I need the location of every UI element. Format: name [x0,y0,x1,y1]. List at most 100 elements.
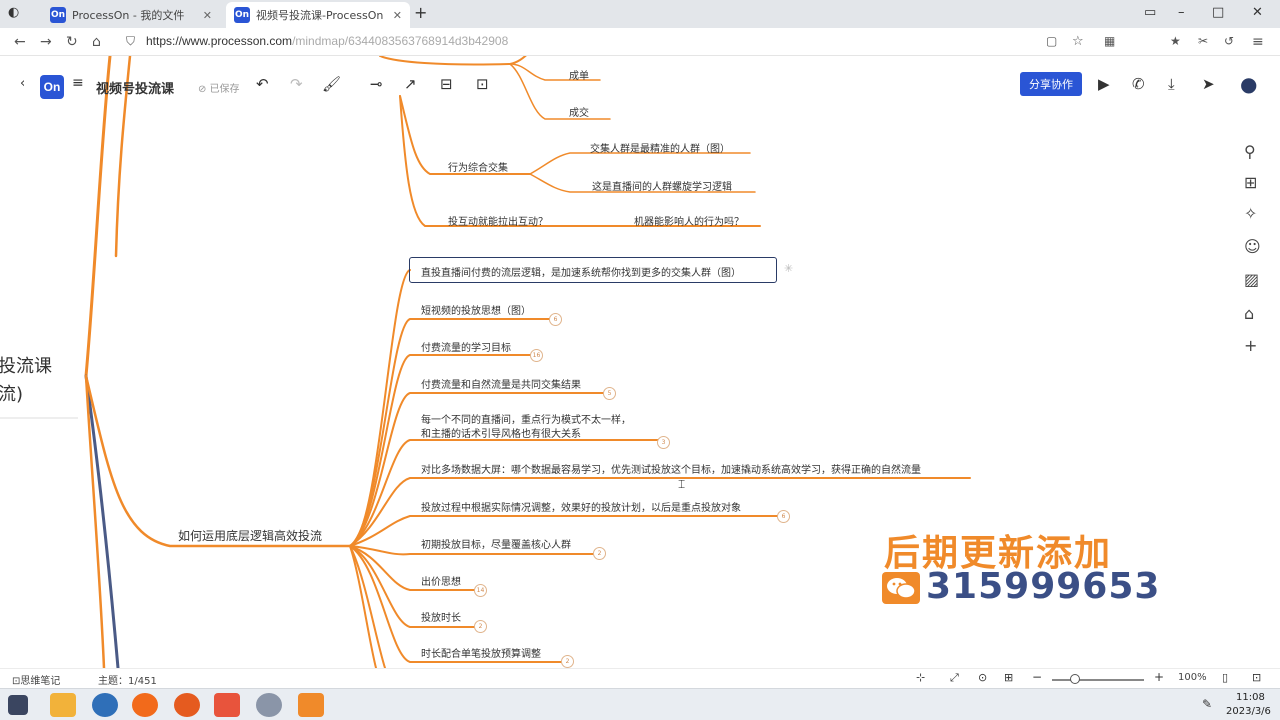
arrow-icon[interactable]: ↗ [404,75,417,93]
mind-notes-label[interactable]: ⊡思维笔记 [12,672,60,687]
node-branch-main[interactable]: 如何运用底层逻辑高效投流 [178,527,322,544]
child-count-badge[interactable]: 6 [777,510,790,523]
map-icon[interactable]: ⊞ [1004,671,1013,684]
star-icon[interactable]: ☆ [1072,34,1084,49]
style-icon[interactable]: ⚲ [1244,142,1256,161]
reload-button[interactable]: ↻ [66,34,78,50]
child-node[interactable]: 付费流量的学习目标 [421,339,511,354]
file-explorer-icon[interactable] [50,693,76,717]
child-count-badge[interactable]: 6 [549,313,562,326]
child-count-badge[interactable]: 3 [657,436,670,449]
minimap-icon[interactable]: ▯ [1222,671,1228,684]
child-node[interactable]: 短视频的投放思想（图） [421,302,531,317]
start-icon[interactable] [8,695,28,715]
forward-button[interactable]: → [40,34,52,50]
shield-icon[interactable]: ⛉ [126,34,135,49]
minimize-button[interactable]: – [1178,5,1185,20]
send-icon[interactable]: ➤ [1202,75,1215,93]
node-spiral-learning[interactable]: 这是直播间的人群螺旋学习逻辑 [592,178,732,193]
browser-menu-icon[interactable]: ◐ [8,5,19,20]
add-icon[interactable]: + [1244,336,1257,355]
child-count-badge[interactable]: 5 [603,387,616,400]
child-count-badge[interactable]: 2 [593,547,606,560]
node-interaction-question[interactable]: 投互动就能拉出互动？ [448,213,548,228]
child-count-badge[interactable]: 2 [561,655,574,668]
clipboard-icon[interactable]: ▢ [1046,34,1057,48]
back-chevron-icon[interactable]: ‹ [20,76,25,91]
root-node-line2[interactable]: 流) [0,380,23,406]
present-icon[interactable]: ▶ [1098,75,1110,93]
frame-icon[interactable]: ⊡ [476,75,489,93]
node-machine-question[interactable]: 机器能影响人的行为吗？ [634,213,744,228]
child-node[interactable]: 初期投放目标，尽量覆盖核心人群 [421,536,571,551]
theme-icon[interactable]: ✧ [1244,204,1257,223]
app-cloud-icon[interactable] [256,693,282,717]
child-count-badge[interactable]: 2 [474,620,487,633]
fullscreen-icon[interactable]: ⤢ [950,671,959,685]
browser-edge-icon[interactable] [92,693,118,717]
close-icon[interactable]: ✕ [393,9,402,22]
zoom-slider-track[interactable] [1052,679,1144,681]
wps-icon[interactable] [214,693,240,717]
undo-icon[interactable]: ↶ [256,75,269,93]
child-node[interactable]: 出价思想 [421,573,461,588]
avatar[interactable]: ● [1240,72,1257,96]
url-field[interactable]: https://www.processon.com/mindmap/634408… [146,34,508,48]
app-orange-icon[interactable] [132,693,158,717]
child-node[interactable]: 付费流量和自然流量是共同交集结果 [421,376,581,391]
download-icon[interactable]: ⤓ [1168,75,1175,93]
child-node[interactable]: 投放过程中根据实际情况调整，效果好的投放计划，以后是重点投放对象 [421,499,741,514]
tab-current-doc[interactable]: On 视频号投流课-ProcessOn ✕ [226,2,410,28]
sparkle-icon[interactable]: ✳ [784,262,793,275]
undo-icon[interactable]: ↺ [1224,34,1234,48]
processon-logo[interactable]: On [40,75,64,99]
child-node[interactable]: 每一个不同的直播间，重点行为模式不太一样， [421,411,631,426]
maximize-button[interactable]: □ [1212,5,1224,20]
connector-icon[interactable]: ⊸ [370,75,383,93]
back-button[interactable]: ← [14,34,26,50]
node-selected[interactable]: 直投直播间付费的流层逻辑，是加速系统帮你找到更多的交集人群（图） [421,264,741,279]
phone-icon[interactable]: ✆ [1132,75,1145,93]
reader-icon[interactable]: ▦ [1104,34,1115,48]
zoom-out-button[interactable]: − [1032,670,1042,684]
root-node-line1[interactable]: 投流课 [0,352,52,378]
emoji-icon[interactable]: ☺ [1244,237,1261,256]
pen-icon[interactable]: ✎ [1202,697,1212,711]
clock-time[interactable]: 11:08 [1236,692,1265,703]
child-count-badge[interactable]: 16 [530,349,543,362]
zoom-in-button[interactable]: + [1154,670,1164,684]
image-icon[interactable]: ▨ [1244,270,1259,289]
node-intersect-crowd[interactable]: 交集人群是最精准的人群（图） [590,140,730,155]
restore-icon[interactable]: ▭ [1144,5,1156,20]
outline-icon[interactable]: ⊟ [440,75,453,93]
app-media-icon[interactable] [298,693,324,717]
share-button[interactable]: 分享协作 [1020,72,1082,96]
new-tab-button[interactable]: + [414,3,427,22]
child-node-line2[interactable]: 和主播的话术引导风格也有很大关系 [421,425,581,440]
locate-icon[interactable]: ⊙ [978,671,987,684]
child-node[interactable]: 时长配合单笔投放预算调整 [421,645,541,660]
menu-icon[interactable]: ≡ [1252,34,1264,50]
close-icon[interactable]: ✕ [203,9,212,22]
menu-icon[interactable]: ≡ [72,75,84,91]
document-title[interactable]: 视频号投流课 [96,78,174,97]
tag-icon[interactable]: ⌂ [1244,304,1254,323]
fit-icon[interactable]: ⊹ [916,671,925,684]
favorites-icon[interactable]: ★ [1170,34,1181,48]
format-painter-icon[interactable]: 🖌 [322,75,341,93]
tab-my-files[interactable]: On ProcessOn - 我的文件 ✕ [42,2,220,28]
child-node[interactable]: 投放时长 [421,609,461,624]
home-button[interactable]: ⌂ [92,34,101,50]
zoom-slider-thumb[interactable] [1070,674,1080,684]
node-behavior[interactable]: 行为综合交集 [448,159,508,174]
help-icon[interactable]: ⊡ [1252,671,1261,684]
redo-icon[interactable]: ↷ [290,75,303,93]
window-close-button[interactable]: ✕ [1252,5,1263,20]
child-count-badge[interactable]: 14 [474,584,487,597]
firefox-icon[interactable] [174,693,200,717]
tools-icon[interactable]: ✂ [1198,34,1208,48]
structure-icon[interactable]: ⊞ [1244,173,1257,192]
clock-date[interactable]: 2023/3/6 [1226,706,1271,717]
zoom-level[interactable]: 100% [1178,672,1207,683]
child-node[interactable]: 对比多场数据大屏：哪个数据最容易学习，优先测试投放这个目标，加速撬动系统高效学习… [421,461,921,476]
